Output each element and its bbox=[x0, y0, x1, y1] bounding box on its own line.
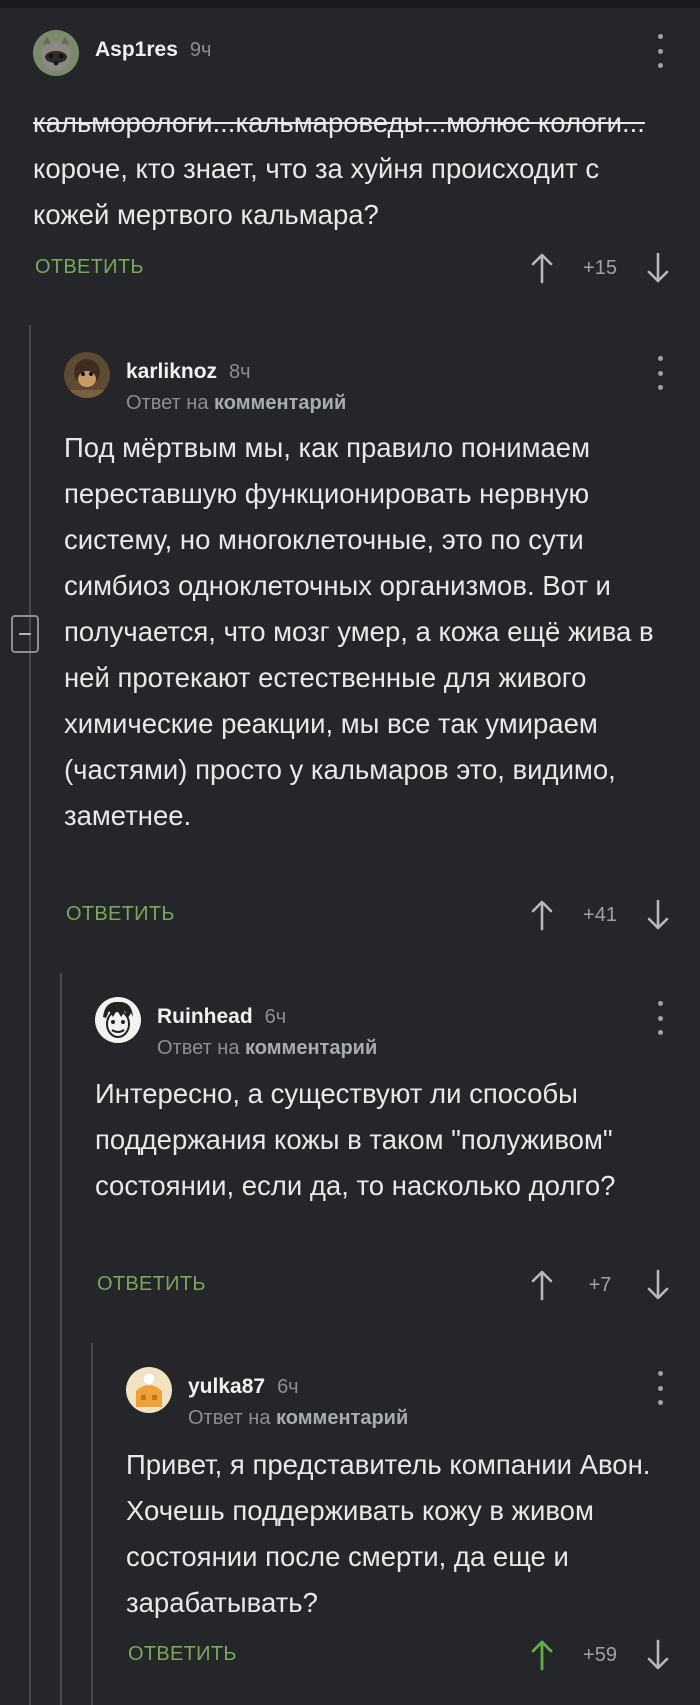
arrow-down-icon[interactable] bbox=[646, 899, 670, 931]
collapse-thread-button[interactable] bbox=[11, 615, 39, 653]
reply-button[interactable]: ОТВЕТИТЬ bbox=[128, 1643, 237, 1666]
comment-footer: ОТВЕТИТЬ +59 bbox=[126, 1635, 670, 1675]
comment-header: karliknoz 8ч Ответ на комментарий bbox=[64, 350, 670, 414]
comment-time: 9ч bbox=[189, 39, 212, 61]
username[interactable]: Ruinhead 6ч bbox=[157, 1005, 286, 1029]
comment: karliknoz 8ч Ответ на комментарий Под мёр… bbox=[64, 350, 670, 940]
comment: yulka87 6ч Ответ на комментарий Привет, я… bbox=[126, 1365, 670, 1675]
reply-to-label: Ответ на комментарий bbox=[157, 1037, 378, 1059]
reply-to-label: Ответ на комментарий bbox=[126, 392, 347, 414]
username[interactable]: Asp1res 9ч bbox=[95, 38, 211, 62]
more-vertical-icon[interactable] bbox=[650, 34, 670, 68]
comment-footer: ОТВЕТИТЬ +41 bbox=[64, 895, 670, 935]
comment-time: 8ч bbox=[229, 361, 251, 383]
arrow-down-icon[interactable] bbox=[646, 1639, 670, 1671]
username[interactable]: yulka87 6ч bbox=[188, 1375, 299, 1399]
comment-text: кальморологи...кальмароведы...молюс коло… bbox=[33, 107, 645, 230]
thread-line-level-2[interactable] bbox=[60, 973, 62, 1705]
score: +15 bbox=[583, 257, 617, 279]
status-bar bbox=[0, 0, 700, 8]
avatar[interactable] bbox=[126, 1367, 172, 1413]
avatar[interactable] bbox=[33, 30, 79, 76]
reply-button[interactable]: ОТВЕТИТЬ bbox=[97, 1273, 206, 1296]
reply-to-link[interactable]: комментарий bbox=[276, 1407, 408, 1429]
reply-to-link[interactable]: комментарий bbox=[214, 392, 346, 414]
arrow-down-icon[interactable] bbox=[646, 1269, 670, 1301]
comment-text: Привет, я представитель компании Авон. Х… bbox=[126, 1449, 651, 1618]
comment-header: Asp1res 9ч bbox=[33, 28, 670, 78]
comment-header: yulka87 6ч Ответ на комментарий bbox=[126, 1365, 670, 1429]
reply-to-link[interactable]: комментарий bbox=[245, 1037, 377, 1059]
avatar[interactable] bbox=[64, 352, 110, 398]
reply-button[interactable]: ОТВЕТИТЬ bbox=[66, 903, 175, 926]
arrow-up-icon[interactable] bbox=[530, 899, 554, 931]
vote-controls: +41 bbox=[530, 895, 670, 935]
arrow-up-icon[interactable] bbox=[530, 252, 554, 284]
comment: Asp1res 9ч кальморологи...кальмароведы...… bbox=[33, 28, 670, 288]
comment-footer: ОТВЕТИТЬ +15 bbox=[33, 248, 670, 288]
thread-line-level-1[interactable] bbox=[29, 325, 31, 1705]
comment-text: Под мёртвым мы, как правило понимаем пер… bbox=[64, 432, 654, 831]
more-vertical-icon[interactable] bbox=[650, 356, 670, 390]
score: +7 bbox=[588, 1274, 612, 1296]
arrow-up-icon[interactable] bbox=[530, 1639, 554, 1671]
username[interactable]: karliknoz 8ч bbox=[126, 360, 251, 384]
comment-time: 6ч bbox=[264, 1006, 287, 1028]
reply-button[interactable]: ОТВЕТИТЬ bbox=[35, 256, 144, 279]
thread-line-level-3[interactable] bbox=[91, 1343, 93, 1705]
vote-controls: +59 bbox=[530, 1635, 670, 1675]
strikethrough-text: кальморологи...кальмароведы...молюс коло… bbox=[33, 107, 645, 138]
score: +41 bbox=[583, 904, 617, 926]
comment-time: 6ч bbox=[277, 1376, 299, 1398]
more-vertical-icon[interactable] bbox=[650, 1001, 670, 1035]
reply-to-label: Ответ на комментарий bbox=[188, 1407, 409, 1429]
avatar[interactable] bbox=[95, 997, 141, 1043]
vote-controls: +7 bbox=[530, 1265, 670, 1305]
comment-text: Интересно, а существуют ли способы подде… bbox=[95, 1078, 616, 1201]
vote-controls: +15 bbox=[530, 248, 670, 288]
more-vertical-icon[interactable] bbox=[650, 1371, 670, 1405]
arrow-up-icon[interactable] bbox=[530, 1269, 554, 1301]
comment-header: Ruinhead 6ч Ответ на комментарий bbox=[95, 995, 670, 1059]
comment-footer: ОТВЕТИТЬ +7 bbox=[95, 1265, 670, 1305]
arrow-down-icon[interactable] bbox=[646, 252, 670, 284]
comment: Ruinhead 6ч Ответ на комментарий Интересн… bbox=[95, 995, 670, 1305]
score: +59 bbox=[583, 1644, 617, 1666]
